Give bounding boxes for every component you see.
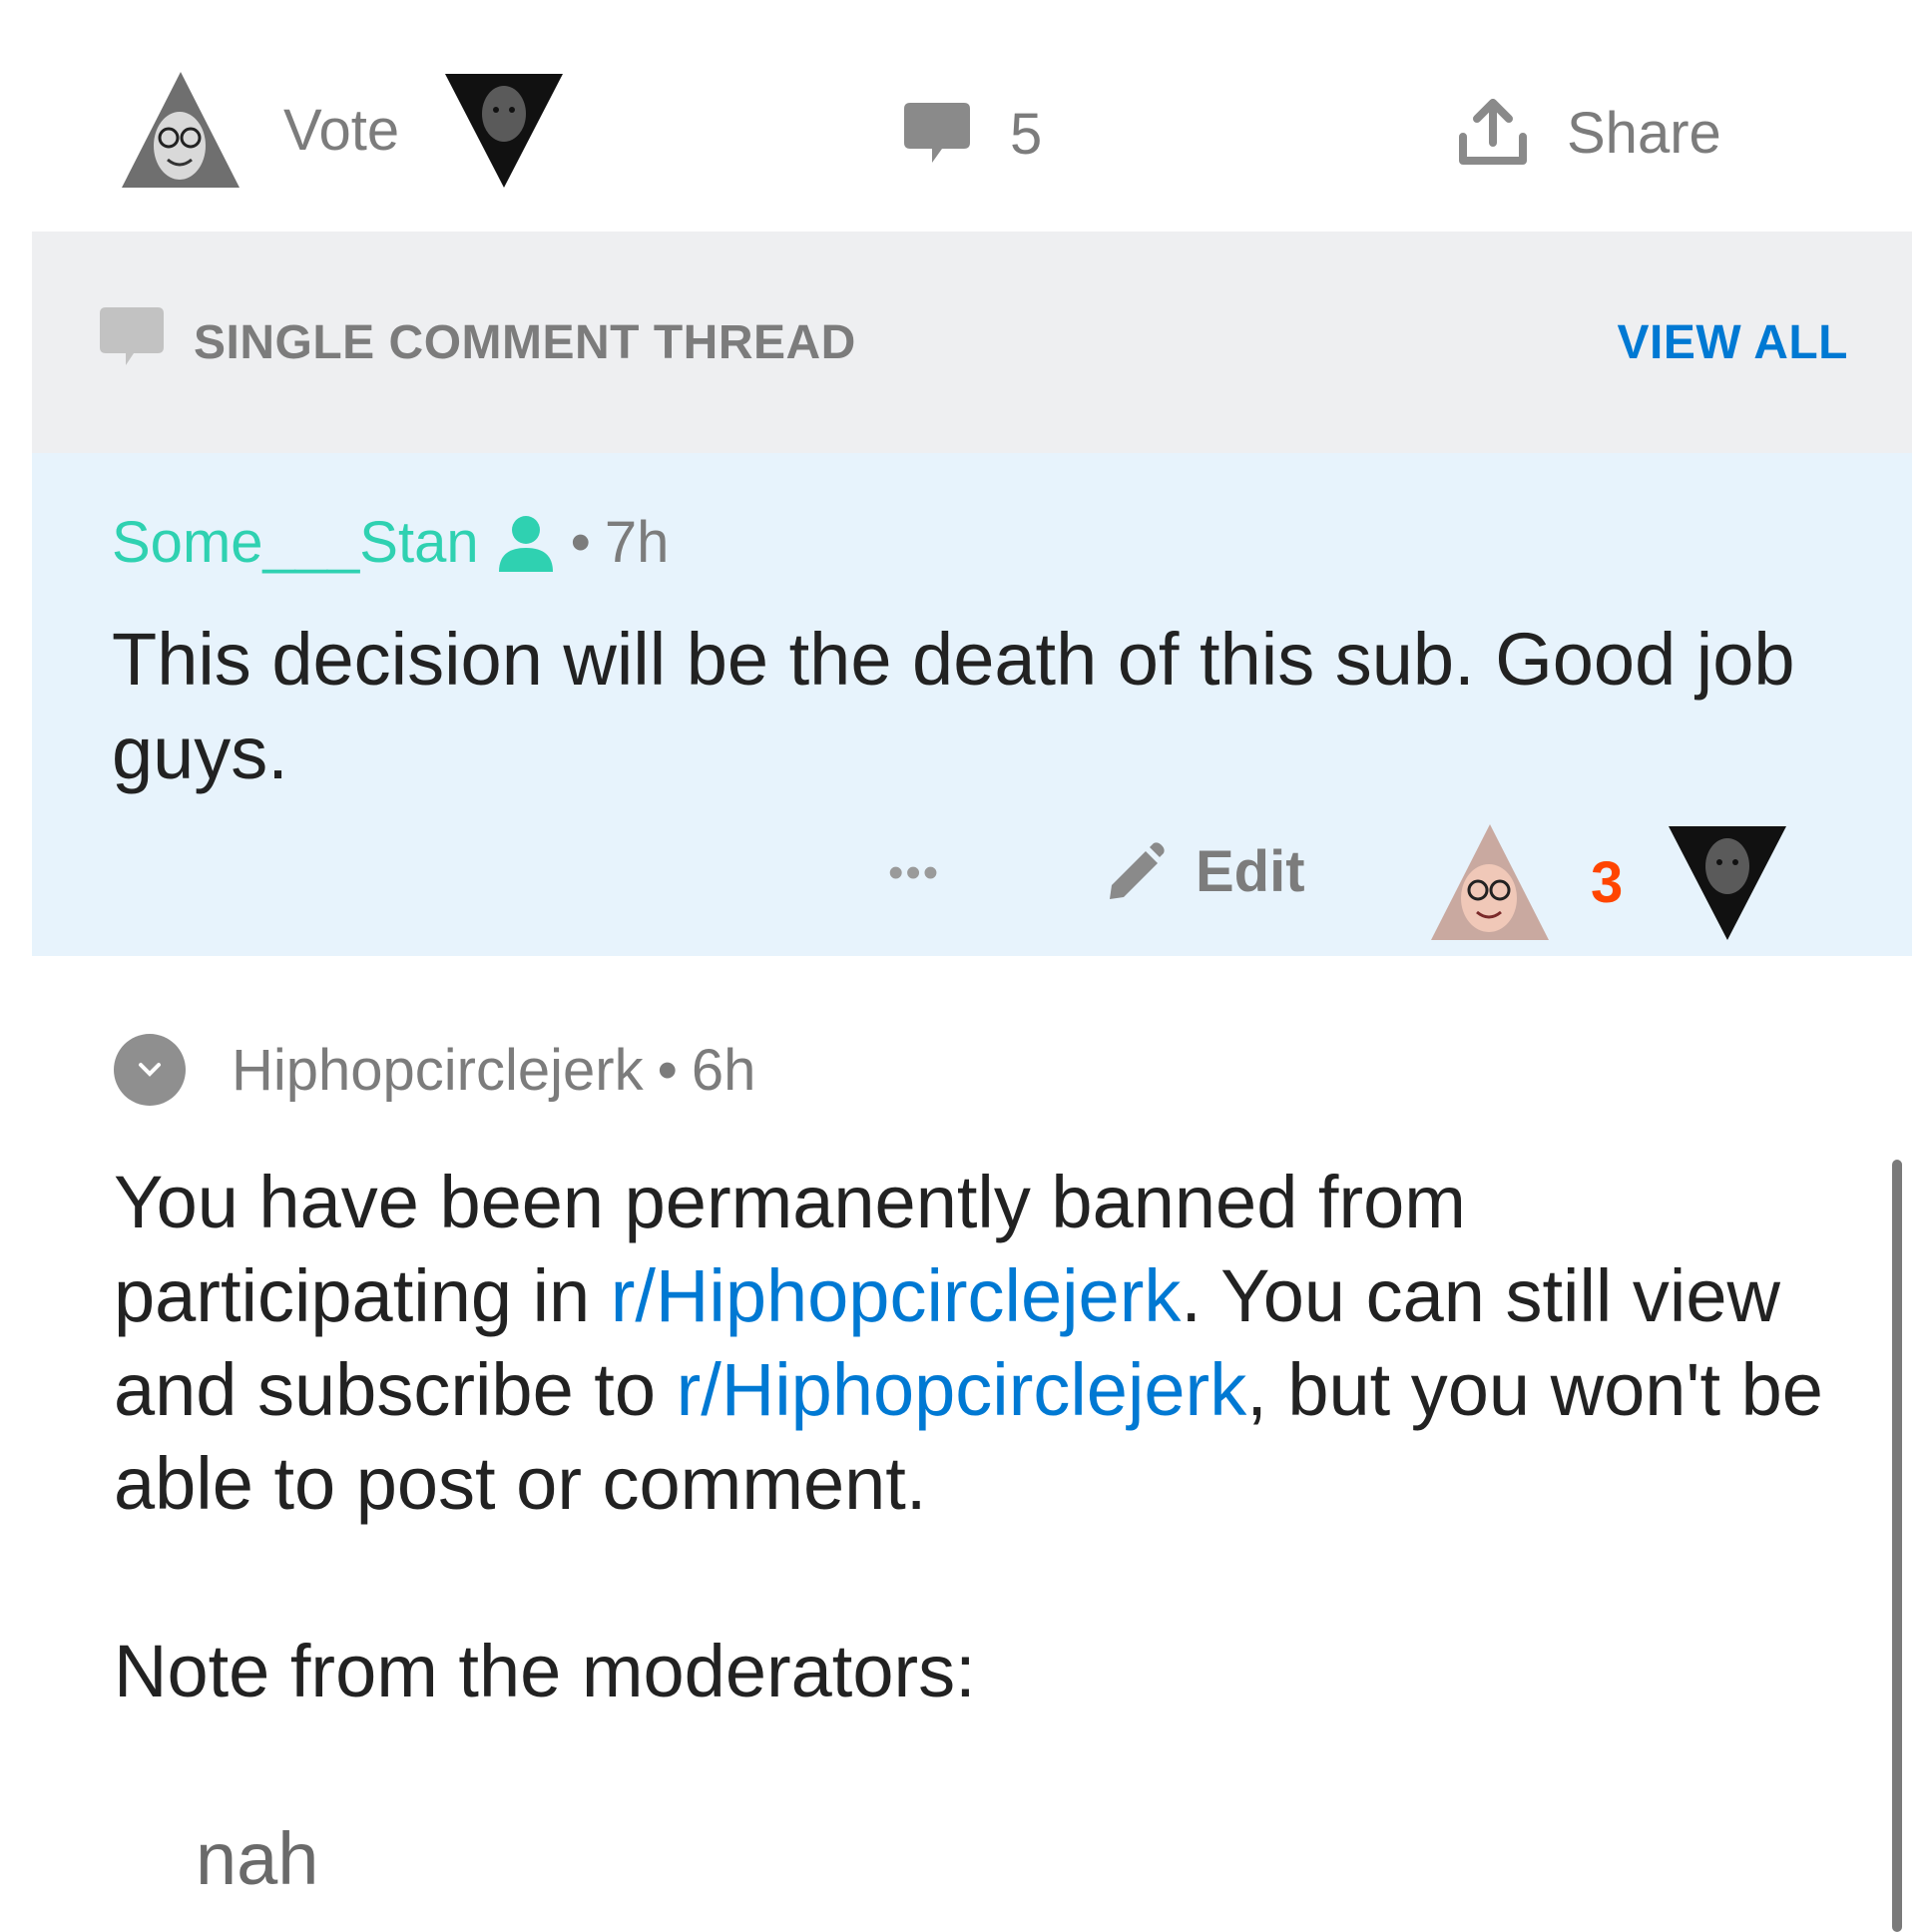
upvote-avatar-icon[interactable] [1429,822,1551,942]
comment-body: This decision will be the death of this … [112,618,1795,794]
comments-button[interactable]: 5 [902,94,1042,174]
share-label: Share [1567,100,1721,166]
comment-timestamp: 7h [604,510,670,575]
pencil-icon [1110,841,1165,899]
share-icon [1459,99,1527,165]
meta-separator: • [570,510,591,575]
downvote-avatar-icon[interactable] [1667,822,1788,942]
edit-button[interactable]: Edit [1102,838,1305,905]
vote-group: Vote [120,70,565,190]
collapse-button[interactable] [114,1034,186,1106]
comment-score: 3 [1591,849,1624,915]
ban-notice: You have been permanently banned from pa… [114,1156,1850,1531]
subreddit-link[interactable]: r/Hiphopcirclejerk [677,1348,1247,1431]
comment-meta: Some___Stan • 7h [112,509,669,576]
chevron-down-icon [139,1063,161,1077]
edit-label: Edit [1196,839,1305,904]
subreddit-link[interactable]: r/Hiphopcirclejerk [611,1254,1182,1337]
share-button[interactable]: Share [1457,88,1721,178]
thread-title: SINGLE COMMENT THREAD [194,316,856,369]
moderator-note-heading: Note from the moderators: [114,1630,976,1712]
single-comment-thread-header: SINGLE COMMENT THREAD VIEW ALL [32,232,1912,453]
comment-bubble-icon [904,103,970,163]
mod-message-body: You have been permanently banned from pa… [114,1156,1850,1906]
post-page: Vote 5 Share SINGLE COMMENT THREAD VIEW … [0,0,1932,1932]
more-options-button[interactable]: ••• [888,848,940,898]
mod-message-meta: Hiphopcirclejerk • 6h [114,1034,755,1106]
moderator-note-text: nah [196,1817,319,1900]
highlighted-comment: Some___Stan • 7h This decision will be t… [32,453,1912,956]
upvote-avatar-icon[interactable] [120,70,242,190]
scrollbar[interactable] [1892,1160,1902,1932]
mod-message-author[interactable]: Hiphopcirclejerk [232,1037,644,1104]
meta-separator: • [657,1037,678,1103]
view-all-link[interactable]: VIEW ALL [1617,315,1848,370]
comment-author[interactable]: Some___Stan [112,509,479,576]
downvote-avatar-icon[interactable] [443,70,565,190]
comments-count: 5 [1010,101,1043,167]
chat-icon [100,307,164,365]
user-icon [498,515,553,572]
mod-message-timestamp: 6h [691,1037,756,1103]
comment-vote-group: 3 [1429,822,1788,942]
comment-actions: ••• Edit 3 [32,822,1912,952]
vote-label: Vote [283,97,400,163]
post-action-bar: Vote 5 Share [0,0,1932,232]
